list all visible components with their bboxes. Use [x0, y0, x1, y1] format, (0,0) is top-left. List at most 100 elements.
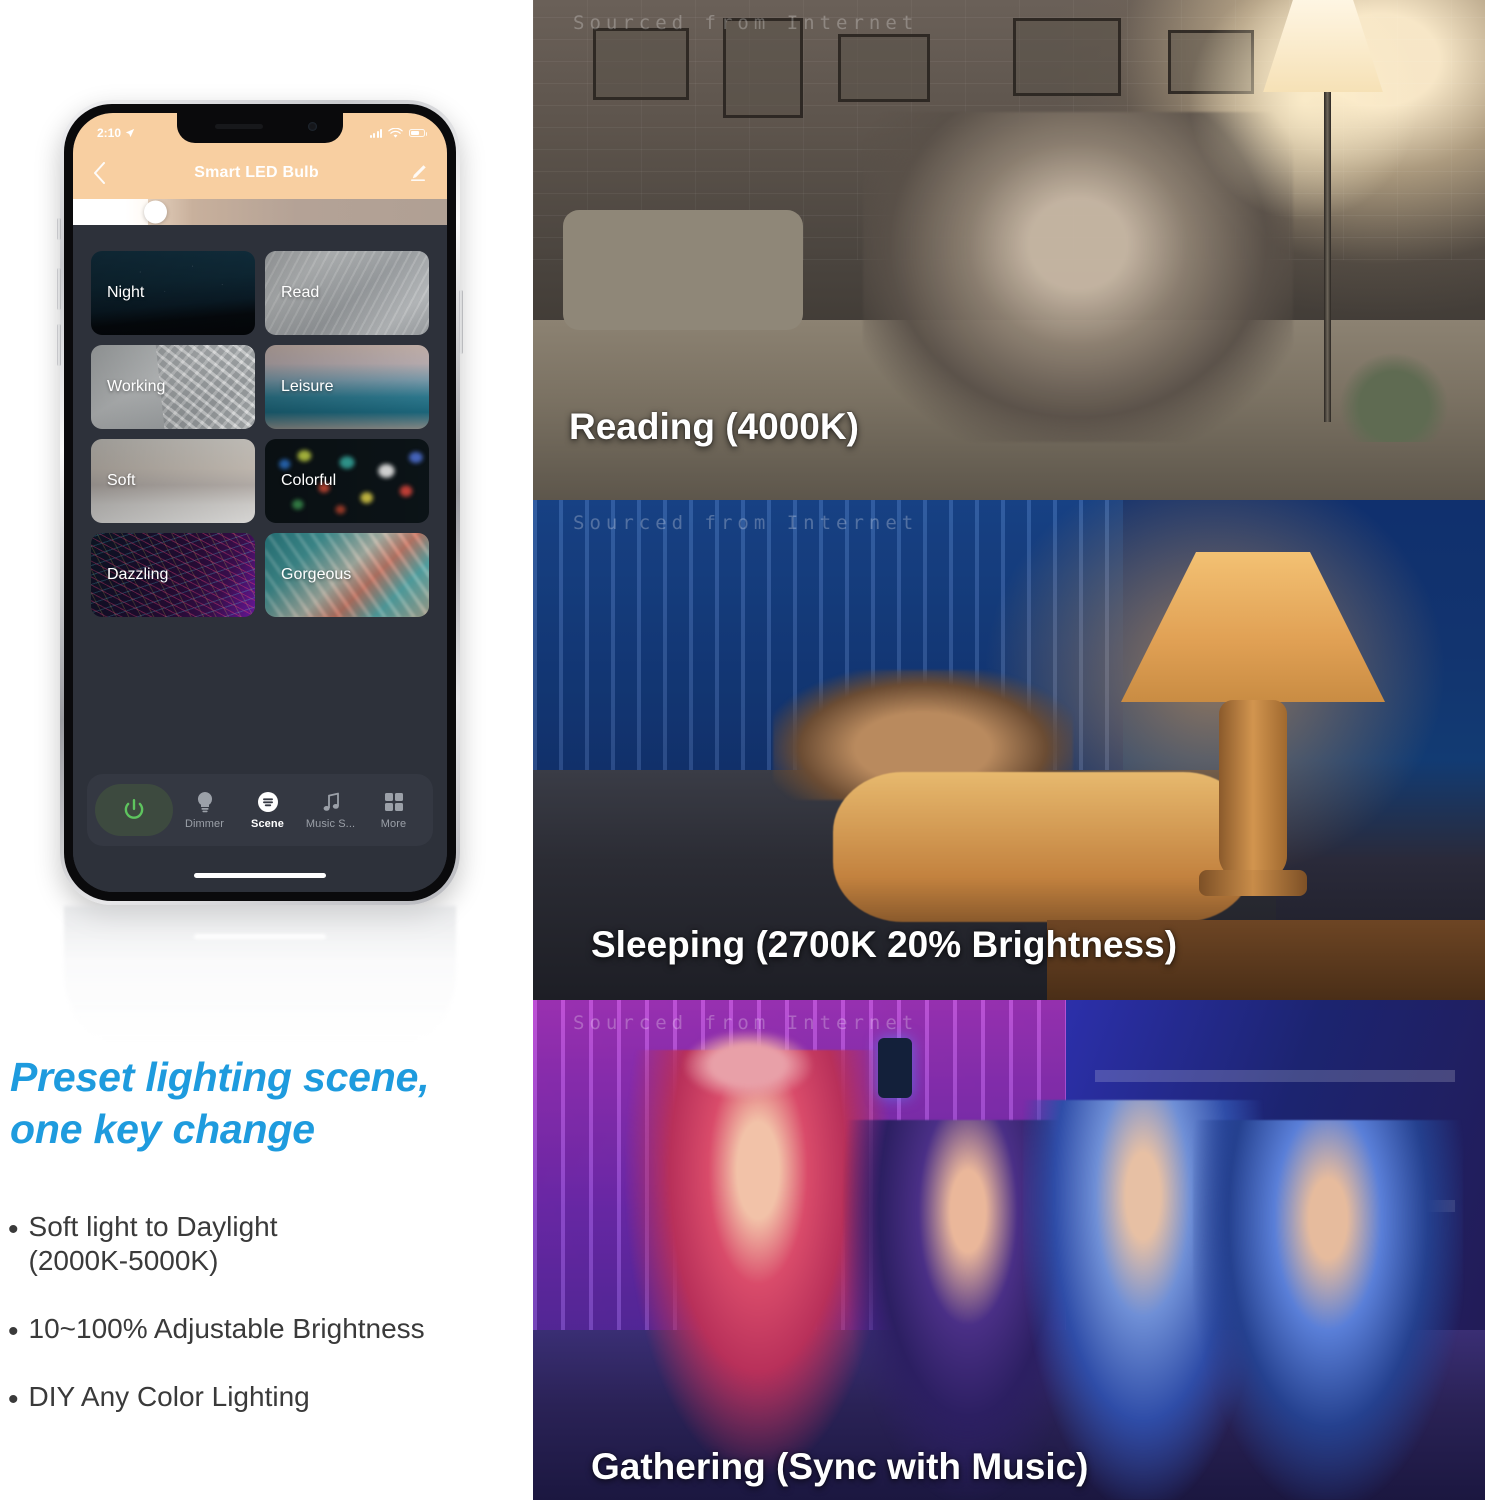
- person: [1193, 1120, 1463, 1500]
- bullet-text: 10~100% Adjustable Brightness: [28, 1313, 425, 1345]
- scene-icon: [256, 790, 280, 814]
- lamp-base: [1199, 870, 1307, 896]
- volume-up-button[interactable]: [57, 268, 61, 310]
- tab-label: Dimmer: [184, 818, 225, 830]
- phone-reflection: [64, 906, 456, 1041]
- photo-gathering-image: [533, 1000, 1485, 1500]
- tab-label: Scene: [251, 818, 284, 830]
- chevron-left-icon[interactable]: [93, 162, 106, 184]
- bulb-icon: [193, 790, 217, 814]
- scene-label: Dazzling: [107, 566, 169, 583]
- brightness-slider-fill: [73, 199, 148, 225]
- shelf: [1095, 1070, 1455, 1082]
- status-bar-right: [369, 127, 427, 139]
- photo-column: Sourced from Internet Reading (4000K) So…: [533, 0, 1485, 1500]
- tab-label: Music S...: [305, 818, 356, 830]
- tab-dimmer[interactable]: Dimmer: [173, 790, 236, 830]
- earpiece-speaker: [215, 124, 263, 129]
- power-button-icon: [124, 799, 144, 819]
- list-item: • 10~100% Adjustable Brightness: [8, 1312, 528, 1349]
- wall-frame: [838, 34, 930, 102]
- phone-screen: 2:10 Smart LED Bulb Night Read Working L…: [73, 113, 447, 892]
- scene-tile-night[interactable]: Night: [91, 251, 255, 335]
- status-bar-left: 2:10: [97, 126, 135, 140]
- scene-label: Gorgeous: [281, 566, 352, 583]
- watermark: Sourced from Internet: [573, 512, 919, 534]
- scene-label: Read: [281, 284, 320, 301]
- tab-label: More: [380, 818, 407, 830]
- phone-mockup: 2:10 Smart LED Bulb Night Read Working L…: [57, 100, 480, 910]
- tab-more[interactable]: More: [362, 790, 425, 830]
- phone-frame: 2:10 Smart LED Bulb Night Read Working L…: [57, 100, 463, 905]
- bottom-tab-bar: Dimmer Scene Music S... More: [87, 774, 433, 846]
- reflection-highlight: [194, 934, 326, 939]
- wall-frame: [1013, 18, 1121, 96]
- app-navbar: Smart LED Bulb: [73, 151, 447, 195]
- side-power-button[interactable]: [459, 290, 463, 354]
- scene-label: Leisure: [281, 378, 334, 395]
- power-toggle-button[interactable]: [95, 784, 173, 836]
- scene-tile-soft[interactable]: Soft: [91, 439, 255, 523]
- headline-line-1: Preset lighting scene,: [10, 1054, 430, 1100]
- scene-tile-read[interactable]: Read: [265, 251, 429, 335]
- cushion: [563, 210, 803, 330]
- potted-plant: [1339, 352, 1449, 442]
- notch: [177, 113, 343, 143]
- bullet-dot-icon: •: [8, 1383, 19, 1417]
- photo-caption: Reading (4000K): [569, 406, 859, 447]
- bullet-text: Soft light to Daylight (2000K-5000K): [28, 1211, 278, 1277]
- scene-panel: Night Read Working Leisure Soft Colorful…: [73, 221, 447, 892]
- table-lamp: [1095, 552, 1425, 952]
- wifi-icon: [388, 127, 403, 138]
- watermark: Sourced from Internet: [573, 12, 919, 34]
- battery-icon: [409, 129, 427, 137]
- location-arrow-icon: [125, 128, 135, 138]
- status-time: 2:10: [97, 126, 122, 140]
- tab-music-sync[interactable]: Music S...: [299, 790, 362, 830]
- product-feature-graphic: 2:10 Smart LED Bulb Night Read Working L…: [0, 0, 1485, 1500]
- page-title: Smart LED Bulb: [194, 164, 319, 181]
- photo-caption: Gathering (Sync with Music): [591, 1446, 1089, 1487]
- front-camera-icon: [308, 122, 317, 131]
- headline: Preset lighting scene, one key change: [10, 1052, 530, 1155]
- scene-tile-dazzling[interactable]: Dazzling: [91, 533, 255, 617]
- phone-bezel: 2:10 Smart LED Bulb Night Read Working L…: [64, 104, 456, 901]
- list-item: • Soft light to Daylight (2000K-5000K): [8, 1210, 528, 1278]
- grid-icon: [382, 790, 406, 814]
- photo-sleeping: Sourced from Internet Sleeping (2700K 20…: [533, 500, 1485, 1000]
- volume-down-button[interactable]: [57, 324, 61, 366]
- scene-tile-working[interactable]: Working: [91, 345, 255, 429]
- lamp-shade: [1121, 552, 1385, 702]
- scene-label: Soft: [107, 472, 136, 489]
- held-phone: [878, 1038, 912, 1098]
- scene-label: Night: [107, 284, 145, 301]
- wall-frame: [593, 28, 689, 100]
- lamp-body: [1219, 700, 1287, 880]
- pencil-edit-icon[interactable]: [407, 164, 427, 182]
- scene-label: Working: [107, 378, 166, 395]
- bullet-dot-icon: •: [8, 1213, 19, 1246]
- brightness-slider-knob[interactable]: [144, 200, 168, 224]
- left-panel: 2:10 Smart LED Bulb Night Read Working L…: [0, 0, 533, 1500]
- cellular-signal-icon: [369, 128, 382, 138]
- bullet-text: DIY Any Color Lighting: [28, 1381, 310, 1413]
- music-note-icon: [319, 790, 343, 814]
- home-indicator[interactable]: [194, 873, 326, 878]
- scene-tile-colorful[interactable]: Colorful: [265, 439, 429, 523]
- photo-caption: Sleeping (2700K 20% Brightness): [591, 924, 1178, 965]
- watermark: Sourced from Internet: [573, 1012, 919, 1034]
- headline-line-2: one key change: [10, 1105, 315, 1152]
- silent-switch[interactable]: [57, 218, 61, 240]
- bullet-dot-icon: •: [8, 1315, 19, 1349]
- photo-reading: Sourced from Internet Reading (4000K): [533, 0, 1485, 500]
- feature-bullet-list: • Soft light to Daylight (2000K-5000K) •…: [8, 1210, 528, 1449]
- scene-label: Colorful: [281, 472, 337, 489]
- brightness-slider[interactable]: [73, 199, 447, 225]
- tab-scene[interactable]: Scene: [236, 790, 299, 830]
- list-item: • DIY Any Color Lighting: [8, 1380, 528, 1417]
- scene-tile-gorgeous[interactable]: Gorgeous: [265, 533, 429, 617]
- raised-hand: [683, 1030, 813, 1100]
- photo-gathering: Sourced from Internet Gathering (Sync wi…: [533, 1000, 1485, 1500]
- scene-tile-leisure[interactable]: Leisure: [265, 345, 429, 429]
- lamp-pole: [1324, 92, 1331, 422]
